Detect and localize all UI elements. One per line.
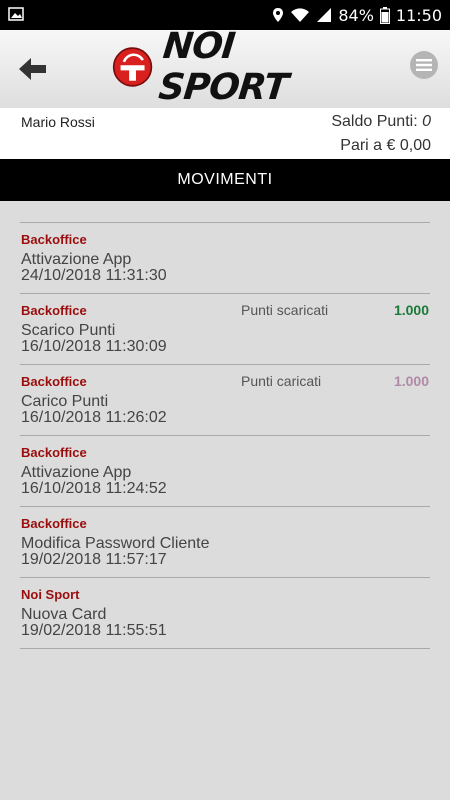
user-info-bar: Mario Rossi Saldo Punti: 0 Pari a € 0,00 bbox=[0, 108, 450, 159]
section-title-bar: MOVIMENTI bbox=[0, 159, 450, 201]
movement-item[interactable]: Backoffice Attivazione App 24/10/2018 11… bbox=[20, 223, 430, 294]
movement-source: Backoffice bbox=[21, 303, 87, 318]
movement-item[interactable]: Backoffice Attivazione App 16/10/2018 11… bbox=[20, 436, 430, 507]
image-icon bbox=[8, 7, 24, 21]
section-title: MOVIMENTI bbox=[177, 171, 273, 188]
menu-icon bbox=[416, 59, 432, 71]
movement-points-label: Punti scaricati bbox=[241, 302, 329, 318]
logo-mark-icon bbox=[112, 47, 153, 87]
movement-points-value: 1.000 bbox=[393, 373, 429, 389]
menu-button[interactable] bbox=[410, 51, 438, 79]
movement-source: Backoffice bbox=[21, 445, 87, 460]
movement-date: 16/10/2018 11:24:52 bbox=[21, 480, 167, 497]
wifi-icon bbox=[291, 8, 310, 22]
movement-source: Backoffice bbox=[21, 374, 87, 389]
battery-icon bbox=[379, 6, 390, 24]
movement-source: Backoffice bbox=[21, 516, 87, 531]
battery-percent: 84% bbox=[338, 5, 374, 25]
back-button[interactable] bbox=[16, 52, 50, 86]
user-name: Mario Rossi bbox=[21, 114, 95, 130]
movement-date: 24/10/2018 11:31:30 bbox=[21, 267, 167, 284]
location-icon bbox=[273, 8, 284, 22]
noi-sport-logo: NOI SPORT bbox=[112, 26, 342, 108]
movement-points-label: Punti caricati bbox=[241, 373, 322, 389]
movement-date: 16/10/2018 11:30:09 bbox=[21, 338, 167, 355]
clock: 11:50 bbox=[395, 5, 442, 25]
movement-item[interactable]: Backoffice Modifica Password Cliente 19/… bbox=[20, 507, 430, 578]
euro-equivalent: Pari a € 0,00 bbox=[340, 137, 431, 154]
movement-points-value: 1.000 bbox=[393, 302, 429, 318]
movement-date: 19/02/2018 11:55:51 bbox=[21, 622, 167, 639]
movement-item[interactable]: Backoffice Punti caricati 1.000 Carico P… bbox=[20, 365, 430, 436]
movement-item[interactable]: Noi Sport Nuova Card 19/02/2018 11:55:51 bbox=[20, 578, 430, 649]
logo-text: NOI SPORT bbox=[156, 26, 290, 108]
back-arrow-icon bbox=[19, 58, 46, 80]
movement-source: Noi Sport bbox=[21, 587, 80, 602]
app-header: NOI SPORT bbox=[0, 26, 450, 108]
movements-list: Backoffice Attivazione App 24/10/2018 11… bbox=[20, 222, 430, 649]
movement-date: 19/02/2018 11:57:17 bbox=[21, 551, 167, 568]
points-balance: Saldo Punti: 0 bbox=[331, 113, 431, 131]
movement-source: Backoffice bbox=[21, 232, 87, 247]
points-balance-label: Saldo Punti: bbox=[331, 113, 418, 130]
movement-item[interactable]: Backoffice Punti scaricati 1.000 Scarico… bbox=[20, 294, 430, 365]
points-balance-value: 0 bbox=[422, 113, 431, 130]
signal-icon bbox=[317, 8, 332, 22]
movement-date: 16/10/2018 11:26:02 bbox=[21, 409, 167, 426]
